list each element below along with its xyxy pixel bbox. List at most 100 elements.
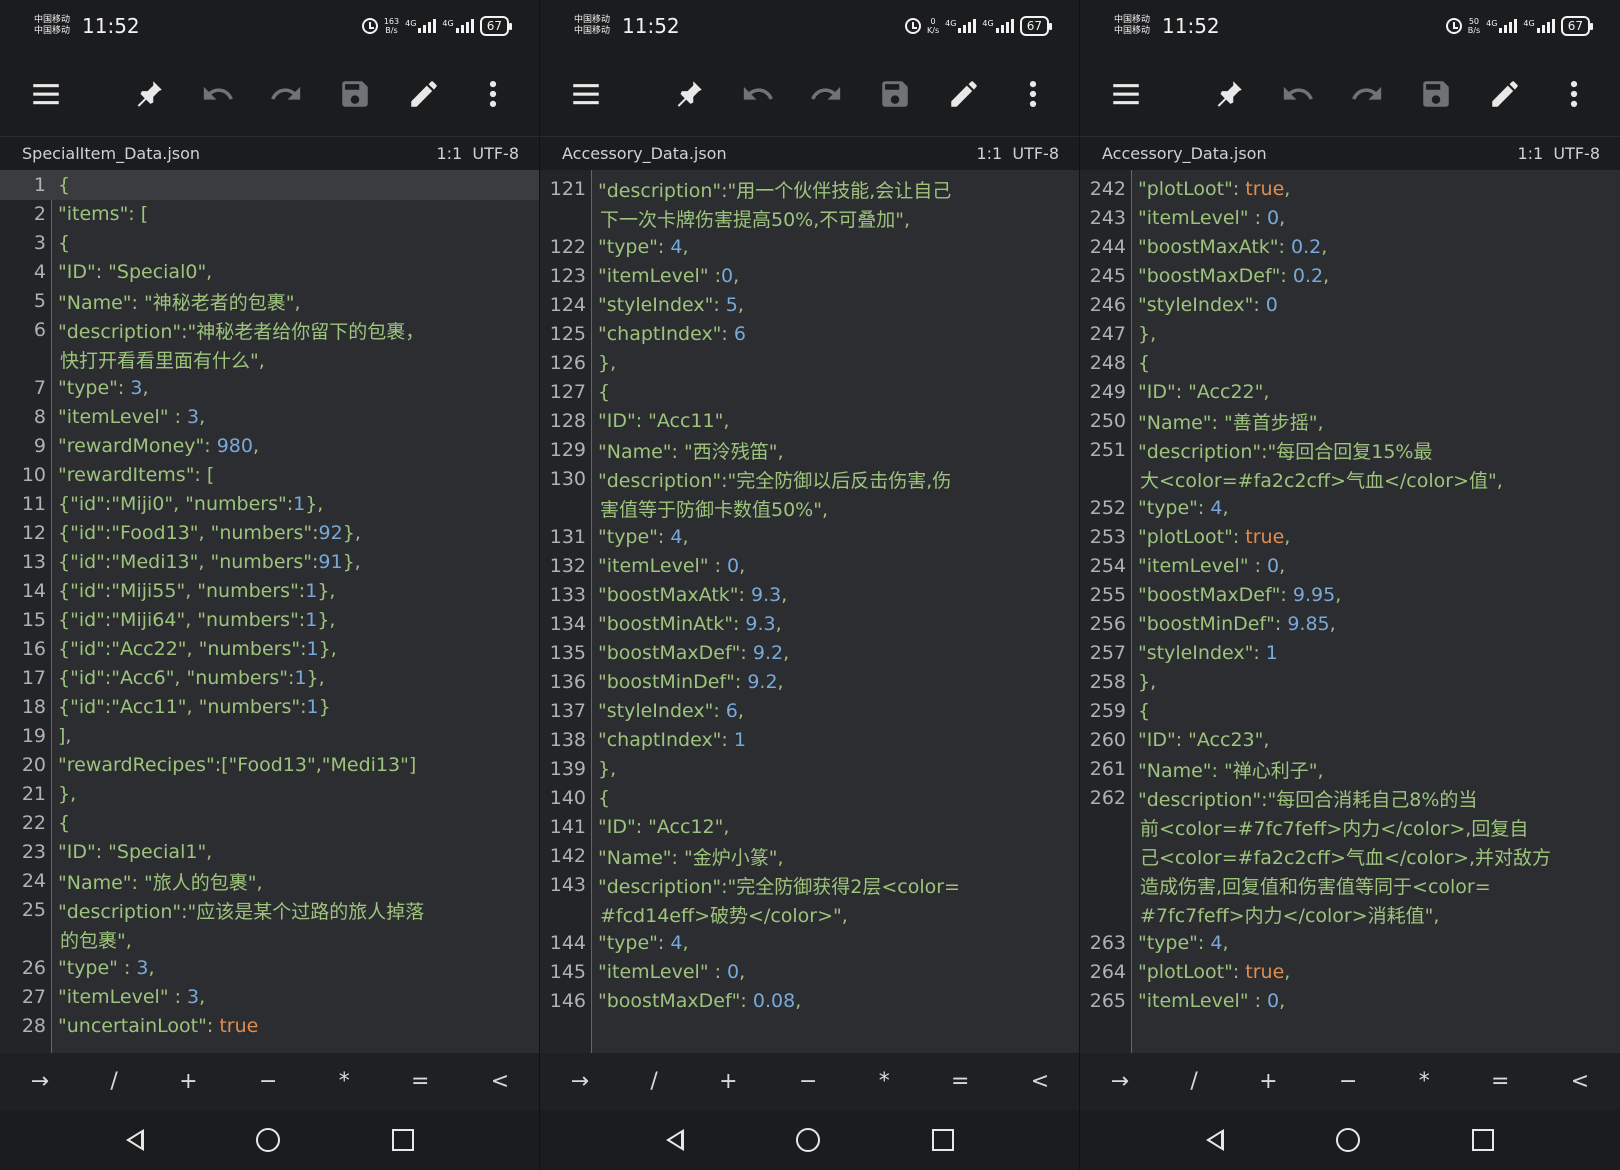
line-number: 19 xyxy=(21,725,46,747)
code-text: }, xyxy=(1138,671,1157,693)
nav-back-icon[interactable] xyxy=(1206,1129,1224,1151)
code-text: "type": 4, xyxy=(598,236,689,258)
symbol-key[interactable]: * xyxy=(339,1069,350,1094)
symbol-key[interactable]: / xyxy=(110,1069,117,1094)
symbol-key[interactable]: = xyxy=(1491,1069,1509,1094)
line-number: 137 xyxy=(549,700,586,722)
code-text: "description":"应该是某个过路的旅人掉落 xyxy=(58,900,425,923)
symbol-key[interactable]: = xyxy=(951,1069,969,1094)
line-number: 9 xyxy=(33,435,46,457)
symbol-key[interactable]: − xyxy=(799,1069,817,1094)
nav-recents-icon[interactable] xyxy=(392,1129,414,1151)
code-text: "itemLevel" :0, xyxy=(598,265,740,287)
symbol-key[interactable]: + xyxy=(1259,1069,1277,1094)
nav-recents-icon[interactable] xyxy=(932,1129,954,1151)
line-number: 24 xyxy=(21,870,46,892)
code-text: { xyxy=(58,174,71,196)
menu-icon[interactable] xyxy=(566,74,606,114)
code-line: 255 "boostMaxDef": 9.95, xyxy=(1080,580,1620,610)
signal-icon: 4G xyxy=(442,19,474,33)
pin-icon[interactable] xyxy=(1209,74,1249,114)
code-line: 250 "Name": "善首步摇", xyxy=(1080,406,1620,436)
menu-icon[interactable] xyxy=(26,74,66,114)
code-text: "styleIndex": 5, xyxy=(598,294,744,316)
nav-back-icon[interactable] xyxy=(666,1129,684,1151)
code-text: "itemLevel" : 0, xyxy=(1138,555,1286,577)
line-number: 257 xyxy=(1089,642,1126,664)
code-editor[interactable]: 121 "description":"用一个伙伴技能,会让自己 下一次卡牌伤害提高… xyxy=(540,170,1079,1053)
code-line: 128 "ID": "Acc11", xyxy=(540,406,1079,436)
symbol-key[interactable]: → xyxy=(571,1069,589,1094)
file-name[interactable]: Accessory_Data.json xyxy=(1102,144,1267,163)
symbol-key[interactable]: → xyxy=(31,1069,49,1094)
pin-icon[interactable] xyxy=(129,74,169,114)
clock: 11:52 xyxy=(1162,14,1220,38)
symbol-key[interactable]: − xyxy=(1339,1069,1357,1094)
code-text: 造成伤害,回复值和伤害值等同于<color= xyxy=(1140,875,1491,898)
line-number: 136 xyxy=(549,671,586,693)
clock: 11:52 xyxy=(622,14,680,38)
more-vert-icon[interactable] xyxy=(1013,74,1053,114)
symbol-keybar: → / + − * = < xyxy=(1080,1053,1620,1110)
edit-icon[interactable] xyxy=(1485,74,1525,114)
line-number: 244 xyxy=(1089,236,1126,258)
editor-toolbar xyxy=(0,52,539,136)
code-text: "items": [ xyxy=(58,203,149,225)
nav-home-icon[interactable] xyxy=(1336,1128,1360,1152)
code-text: "type" : 3, xyxy=(58,957,155,979)
redo-icon[interactable] xyxy=(1347,74,1387,114)
edit-icon[interactable] xyxy=(944,74,984,114)
signal-icon: 4G xyxy=(1486,19,1518,33)
code-editor[interactable]: 242 "plotLoot": true, 243 "itemLevel" : 0… xyxy=(1080,170,1620,1053)
symbol-key[interactable]: / xyxy=(650,1069,657,1094)
code-text: 大<color=#fa2c2cff>气血</color>值", xyxy=(1140,469,1503,492)
code-line: 快打开看看里面有什么", xyxy=(0,344,539,374)
nav-home-icon[interactable] xyxy=(796,1128,820,1152)
redo-icon[interactable] xyxy=(806,74,846,114)
symbol-key[interactable]: + xyxy=(719,1069,737,1094)
nav-home-icon[interactable] xyxy=(256,1128,280,1152)
symbol-key[interactable]: < xyxy=(491,1069,509,1094)
symbol-key[interactable]: < xyxy=(1571,1069,1589,1094)
code-text: "boostMaxAtk": 0.2, xyxy=(1138,236,1328,258)
symbol-key[interactable]: * xyxy=(879,1069,890,1094)
undo-icon[interactable] xyxy=(198,74,238,114)
menu-icon[interactable] xyxy=(1106,74,1146,114)
undo-icon[interactable] xyxy=(1278,74,1318,114)
nav-recents-icon[interactable] xyxy=(1472,1129,1494,1151)
line-number: 121 xyxy=(549,178,586,200)
more-vert-icon[interactable] xyxy=(1554,74,1594,114)
pin-icon[interactable] xyxy=(669,74,709,114)
line-number: 250 xyxy=(1089,410,1126,432)
line-number: 123 xyxy=(549,265,586,287)
code-text: "itemLevel" : 0, xyxy=(1138,207,1286,229)
code-line: 252 "type": 4, xyxy=(1080,493,1620,523)
code-text: "Name": "西泠残笛", xyxy=(598,440,784,463)
undo-icon[interactable] xyxy=(738,74,778,114)
symbol-key[interactable]: / xyxy=(1190,1069,1197,1094)
file-name[interactable]: SpecialItem_Data.json xyxy=(22,144,200,163)
symbol-key[interactable]: = xyxy=(411,1069,429,1094)
code-line: 264 "plotLoot": true, xyxy=(1080,957,1620,987)
code-text: "boostMinDef": 9.85, xyxy=(1138,613,1336,635)
cursor-info: 1:1 UTF-8 xyxy=(976,144,1059,163)
code-editor[interactable]: 1{2 "items": [3 {4 "ID": "Special0", 5 "N… xyxy=(0,170,539,1053)
edit-icon[interactable] xyxy=(404,74,444,114)
save-icon[interactable] xyxy=(335,74,375,114)
signal-icon: 4G xyxy=(982,19,1014,33)
more-vert-icon[interactable] xyxy=(473,74,513,114)
save-icon[interactable] xyxy=(875,74,915,114)
symbol-key[interactable]: * xyxy=(1419,1069,1430,1094)
symbol-key[interactable]: → xyxy=(1111,1069,1129,1094)
nav-back-icon[interactable] xyxy=(126,1129,144,1151)
code-text: "styleIndex": 0 xyxy=(1138,294,1278,316)
symbol-key[interactable]: + xyxy=(179,1069,197,1094)
editor-screen: 中国移动 中国移动 11:52 50 B/s 4G 4G 67 Accessory_… xyxy=(1080,0,1620,1170)
redo-icon[interactable] xyxy=(266,74,306,114)
code-text: "description":"每回合消耗自己8%的当 xyxy=(1138,788,1478,811)
save-icon[interactable] xyxy=(1416,74,1456,114)
symbol-key[interactable]: − xyxy=(259,1069,277,1094)
code-line: #7fc7feff>内力</color>消耗值", xyxy=(1080,899,1620,929)
symbol-key[interactable]: < xyxy=(1031,1069,1049,1094)
file-name[interactable]: Accessory_Data.json xyxy=(562,144,727,163)
